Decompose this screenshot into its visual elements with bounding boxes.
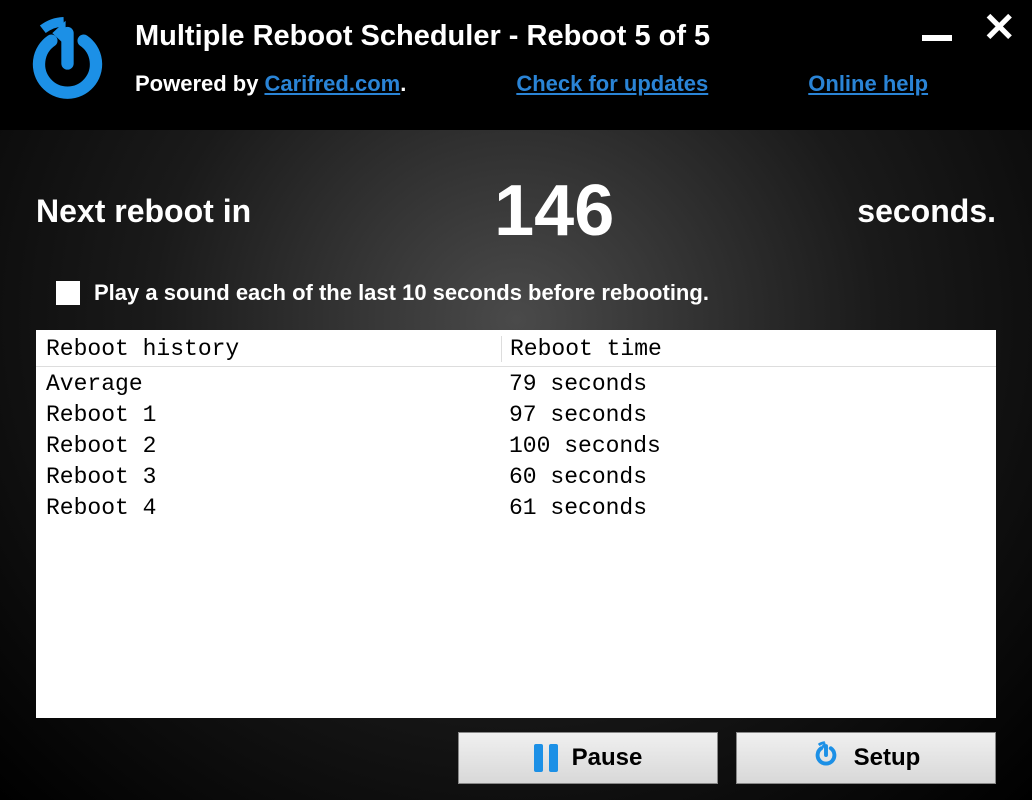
pause-icon [534, 744, 558, 772]
history-name: Average [46, 369, 501, 400]
setup-button[interactable]: Setup [736, 732, 996, 784]
pause-button-label: Pause [572, 744, 643, 772]
table-row[interactable]: Reboot 3 60 seconds [46, 462, 986, 493]
history-time: 97 seconds [501, 400, 986, 431]
powered-prefix: Powered by [135, 71, 258, 97]
minimize-icon[interactable] [922, 35, 952, 41]
countdown-row: Next reboot in 146 seconds. [0, 170, 1032, 252]
history-time: 61 seconds [501, 493, 986, 524]
table-row[interactable]: Average 79 seconds [46, 369, 986, 400]
title-block: Multiple Reboot Scheduler - Reboot 5 of … [135, 10, 1012, 97]
power-icon [812, 741, 840, 776]
history-header: Reboot history Reboot time [36, 330, 996, 367]
table-row[interactable]: Reboot 4 61 seconds [46, 493, 986, 524]
countdown-value: 146 [251, 170, 857, 252]
app-window: Multiple Reboot Scheduler - Reboot 5 of … [0, 0, 1032, 800]
setup-button-label: Setup [854, 744, 921, 772]
history-time: 100 seconds [501, 431, 986, 462]
history-header-col2[interactable]: Reboot time [501, 336, 986, 362]
button-row: Pause Setup [0, 718, 1032, 784]
table-row[interactable]: Reboot 2 100 seconds [46, 431, 986, 462]
history-name: Reboot 1 [46, 400, 501, 431]
check-updates-link[interactable]: Check for updates [516, 71, 708, 97]
history-header-col1[interactable]: Reboot history [46, 336, 501, 362]
table-row[interactable]: Reboot 1 97 seconds [46, 400, 986, 431]
history-name: Reboot 3 [46, 462, 501, 493]
reboot-history-panel: Reboot history Reboot time Average 79 se… [36, 330, 996, 718]
sound-option-row: Play a sound each of the last 10 seconds… [0, 280, 1032, 306]
window-controls: ✕ [922, 8, 1016, 48]
countdown-suffix: seconds. [857, 193, 996, 230]
pause-button[interactable]: Pause [458, 732, 718, 784]
carifred-link[interactable]: Carifred.com [264, 71, 400, 97]
history-name: Reboot 2 [46, 431, 501, 462]
online-help-link[interactable]: Online help [808, 71, 928, 97]
power-reboot-icon [20, 16, 115, 111]
history-time: 79 seconds [501, 369, 986, 400]
title-bar: Multiple Reboot Scheduler - Reboot 5 of … [0, 0, 1032, 130]
powered-row: Powered by Carifred.com . Check for upda… [135, 71, 1012, 97]
powered-suffix: . [400, 71, 406, 97]
play-sound-label: Play a sound each of the last 10 seconds… [94, 280, 709, 306]
history-name: Reboot 4 [46, 493, 501, 524]
close-icon[interactable]: ✕ [982, 8, 1016, 48]
history-time: 60 seconds [501, 462, 986, 493]
window-title: Multiple Reboot Scheduler - Reboot 5 of … [135, 20, 1012, 53]
play-sound-checkbox[interactable] [56, 281, 80, 305]
history-body: Average 79 seconds Reboot 1 97 seconds R… [36, 367, 996, 526]
countdown-label: Next reboot in [36, 193, 251, 230]
